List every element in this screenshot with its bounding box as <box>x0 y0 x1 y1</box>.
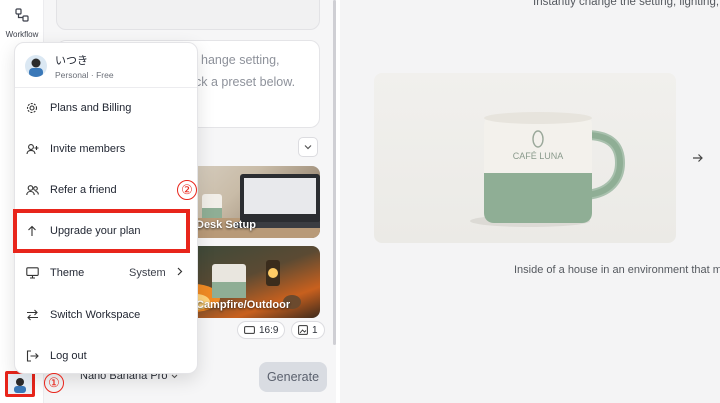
menu-item-theme[interactable]: Theme System <box>15 258 197 288</box>
menu-item-invite-members[interactable]: Invite members <box>15 134 197 164</box>
add-user-icon <box>25 142 39 156</box>
menu-item-log-out[interactable]: Log out <box>15 341 197 371</box>
workflow-label: Workflow <box>5 30 39 39</box>
profile-name: いつき <box>55 55 88 67</box>
preview-area: Instantly change the setting, lighting, … <box>340 0 720 403</box>
upgrade-highlight-box <box>13 209 190 253</box>
reference-input-box[interactable] <box>56 0 320 30</box>
presets-toggle-button[interactable] <box>298 137 318 157</box>
profile-avatar <box>25 55 47 77</box>
aspect-ratio-label: 16:9 <box>259 324 279 336</box>
workflow-icon <box>13 6 31 24</box>
workflow-nav-item[interactable]: Workflow <box>0 6 44 39</box>
avatar-image <box>14 378 26 393</box>
preview-caption-bottom: Inside of a house in an environment that… <box>514 264 720 276</box>
menu-item-refer-friend[interactable]: Refer a friend <box>15 175 197 205</box>
menu-item-label: Log out <box>50 350 87 362</box>
menu-divider <box>15 87 197 88</box>
menu-item-label: Theme <box>50 267 85 279</box>
theme-value: System <box>129 267 166 279</box>
chevron-down-icon <box>172 374 178 378</box>
preview-image: CAFÉ LUNA <box>374 73 676 243</box>
monitor-icon <box>25 266 39 280</box>
preset-label-desk: Desk Setup <box>196 219 256 231</box>
panel-scrollbar[interactable] <box>333 0 336 345</box>
profile-header: いつき Personal · Free <box>25 52 114 80</box>
step-marker-2: ② <box>177 180 197 200</box>
chevron-down-icon <box>304 145 312 150</box>
menu-item-plans-billing[interactable]: Plans and Billing <box>15 93 197 123</box>
menu-item-label: Refer a friend <box>50 184 117 196</box>
preset-label-campfire: Campfire/Outdoor <box>196 299 291 311</box>
profile-plan: Personal · Free <box>55 70 114 80</box>
switch-icon <box>25 308 39 322</box>
prompt-line-2: ck a preset below. <box>195 75 296 89</box>
prompt-line-1: hange setting, <box>201 53 280 67</box>
mug-brand-text: CAFÉ LUNA <box>513 151 564 161</box>
account-menu: いつき Personal · Free Plans and Billing In… <box>14 42 198 374</box>
generate-button[interactable]: Generate <box>259 362 327 392</box>
image-count-label: 1 <box>312 324 318 336</box>
gear-icon <box>25 101 39 115</box>
image-icon <box>298 325 308 335</box>
aspect-ratio-button[interactable]: 16:9 <box>237 321 286 339</box>
step-marker-1: ① <box>44 373 64 393</box>
arrow-right-icon <box>693 154 703 162</box>
image-count-button[interactable]: 1 <box>291 321 325 339</box>
logout-icon <box>25 349 39 363</box>
menu-item-label: Plans and Billing <box>50 102 132 114</box>
menu-item-switch-workspace[interactable]: Switch Workspace <box>15 300 197 330</box>
menu-item-label: Invite members <box>50 143 126 155</box>
menu-item-label: Switch Workspace <box>50 309 141 321</box>
next-arrow-button[interactable] <box>692 150 704 168</box>
account-avatar-button[interactable] <box>5 371 35 397</box>
chevron-right-icon <box>177 267 183 279</box>
preview-caption-top: Instantly change the setting, lighting, <box>533 0 720 8</box>
users-icon <box>25 183 39 197</box>
aspect-ratio-icon <box>244 326 255 334</box>
